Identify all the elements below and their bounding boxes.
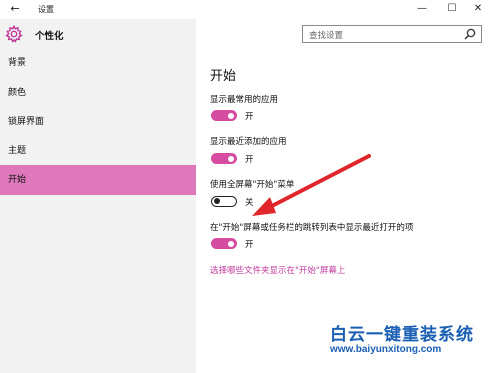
sidebar-item-background[interactable]: 背景 (0, 48, 196, 78)
toggle-state-jump-lists: 开 (245, 240, 254, 250)
title-bar: ← 设置 — ☐ ✕ (0, 0, 490, 19)
window-title: 设置 (38, 5, 54, 14)
maximize-icon[interactable]: ☐ (444, 1, 460, 17)
gear-icon (5, 25, 23, 43)
toggle-knob (228, 155, 234, 162)
setting-label-recently-added: 显示最近添加的应用 (210, 137, 287, 147)
toggle-recently-added[interactable] (211, 153, 237, 164)
choose-folders-link[interactable]: 选择哪些文件夹显示在"开始"屏幕上 (210, 264, 345, 276)
toggle-most-used[interactable] (211, 110, 237, 121)
sidebar-header-label: 个性化 (35, 31, 64, 42)
toggle-jump-lists[interactable] (211, 238, 237, 249)
watermark-url: www.baiyunxitong.com (330, 344, 442, 355)
sidebar-header: 个性化 (0, 19, 196, 51)
sidebar: 个性化 背景 颜色 锁屏界面 主题 开始 (0, 19, 196, 373)
toggle-knob (228, 112, 234, 119)
sidebar-item-lock-screen[interactable]: 锁屏界面 (0, 107, 196, 137)
toggle-state-recently-added: 开 (245, 155, 254, 165)
close-icon[interactable]: ✕ (470, 1, 486, 17)
setting-label-most-used: 显示最常用的应用 (210, 95, 279, 105)
minimize-icon[interactable]: — (414, 1, 430, 17)
page-title: 开始 (210, 69, 237, 84)
toggle-knob (214, 198, 220, 204)
setting-label-jump-lists: 在"开始"屏幕或任务栏的跳转列表中显示最近打开的项 (210, 223, 414, 233)
toggle-knob (228, 240, 234, 247)
sidebar-item-themes[interactable]: 主题 (0, 136, 196, 166)
back-arrow-icon[interactable]: ← (9, 2, 21, 16)
toggle-full-screen-start[interactable] (211, 196, 237, 207)
sidebar-item-start[interactable]: 开始 (0, 165, 196, 195)
toggle-state-most-used: 开 (245, 112, 254, 122)
watermark-title: 白云一键重装系统 (330, 325, 474, 345)
sidebar-item-colors[interactable]: 颜色 (0, 78, 196, 108)
setting-label-full-screen-start: 使用全屏幕"开始"菜单 (210, 180, 295, 190)
toggle-state-full-screen-start: 关 (245, 198, 254, 208)
